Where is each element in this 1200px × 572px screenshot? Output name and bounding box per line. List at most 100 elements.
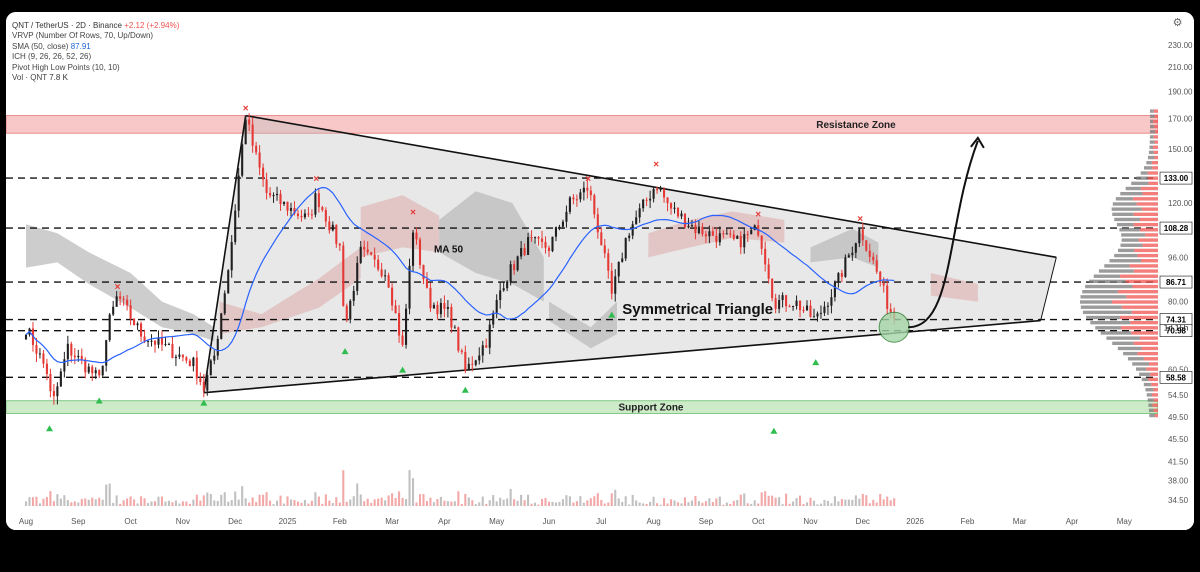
candle-body-192 [694,225,697,234]
candle-body-218 [785,295,788,307]
volume-bar-94 [352,496,355,506]
candle-body-25 [112,306,115,315]
volume-bar-211 [760,492,763,506]
price-tick-10: 80.00 [1168,298,1189,307]
candle-body-175 [635,217,638,225]
candle-body-228 [819,312,823,314]
volume-bar-232 [833,496,836,506]
volume-bar-219 [788,503,791,506]
volume-bar-101 [377,498,380,506]
volume-bar-53 [209,493,212,506]
candle-body-174 [631,224,634,236]
price-chart[interactable]: Resistance Zone Support Zone MA 50 Symmetri… [6,12,1194,530]
volume-profile-red-31 [1137,253,1158,258]
candle-body-140 [513,264,516,271]
legend-volume[interactable]: Vol · QNT 7.8 K [12,73,179,83]
volume-profile-red-47 [1147,171,1158,175]
candle-body-231 [830,297,833,306]
candle-body-169 [614,276,617,294]
support-zone [6,400,1159,414]
legend-pivots[interactable]: Pivot High Low Points (10, 10) [12,63,179,73]
volume-profile-red-45 [1148,181,1158,186]
candle-body-216 [778,300,781,309]
time-axis-label-0: Aug [19,517,33,526]
price-tick-8: 96.00 [1168,253,1189,262]
ma50-label: MA 50 [434,244,464,255]
candle-body-177 [642,199,645,209]
legend-sma[interactable]: SMA (50, close) 87.91 [12,42,179,52]
candle-body-176 [638,208,641,218]
volume-profile-gray-24 [1082,289,1118,294]
resistance-zone-label: Resistance Zone [816,120,896,131]
volume-bar-227 [816,504,819,506]
candle-body-156 [568,197,571,212]
volume-bar-177 [642,503,645,506]
legend-ichimoku[interactable]: ICH (9, 26, 26, 52, 26) [12,52,179,62]
volume-bar-224 [805,502,809,506]
candle-body-82 [310,214,313,216]
candle-body-129 [474,360,477,365]
volume-profile-gray-6 [1143,382,1152,387]
volume-bar-116 [429,497,432,506]
volume-profile-gray-35 [1121,233,1146,237]
volume-profile-red-27 [1120,274,1158,278]
volume-profile-red-38 [1140,217,1158,222]
candle-body-72 [275,193,279,196]
volume-profile-gray-59 [1149,109,1154,113]
volume-profile-gray-26 [1089,279,1126,284]
time-axis-label-20: Apr [1066,517,1079,526]
volume-bar-118 [436,499,439,506]
candle-body-239 [858,229,861,244]
candle-body-6 [45,363,48,375]
volume-bar-248 [889,500,892,506]
volume-bar-36 [150,501,153,506]
time-axis-label-4: Dec [228,517,242,526]
legend-symbol-row[interactable]: QNT / TetherUS · 2D · Binance +2.12 (+2.… [12,21,179,31]
candle-body-8 [52,391,55,397]
candle-body-78 [296,213,300,216]
candle-body-75 [286,201,289,211]
volume-bar-214 [771,495,774,506]
volume-bar-91 [342,470,345,506]
candle-body-168 [610,270,613,294]
candle-body-116 [429,287,432,309]
candle-body-200 [722,233,725,235]
candle-body-229 [823,306,826,313]
volume-profile-red-8 [1150,372,1158,376]
volume-profile-gray-3 [1147,398,1154,402]
candle-body-181 [656,188,659,191]
candle-body-194 [701,226,704,235]
volume-profile-gray-52 [1149,145,1153,149]
volume-bar-86 [324,494,327,506]
candle-body-54 [213,355,216,361]
volume-profile-gray-14 [1112,341,1134,345]
candle-body-153 [558,226,561,228]
time-axis-label-13: Sep [699,517,714,526]
candle-body-119 [439,302,442,315]
volume-bar-117 [432,502,435,506]
candle-body-40 [164,344,167,346]
volume-bar-169 [614,489,617,506]
candle-body-89 [335,224,338,244]
candle-body-97 [363,246,366,250]
volume-profile-red-14 [1133,341,1158,345]
candle-body-219 [788,306,791,308]
candle-body-236 [847,255,850,258]
candle-body-247 [886,285,889,310]
candle-body-242 [868,250,871,257]
candle-body-26 [115,296,118,307]
volume-bar-16 [80,498,83,506]
volume-bar-181 [656,503,659,506]
volume-profile-gray-25 [1085,284,1133,289]
volume-bar-190 [687,502,690,506]
pivot-high-marker-2: × [313,174,319,185]
candle-body-39 [160,337,164,345]
candle-body-137 [502,288,505,291]
candle-body-191 [690,225,693,227]
volume-profile-red-23 [1126,295,1158,299]
gear-icon[interactable]: ⚙ [1171,17,1184,30]
time-axis-label-3: Nov [176,517,190,526]
candle-body-67 [258,152,261,168]
candle-body-133 [488,324,491,348]
legend-vrvp[interactable]: VRVP (Number Of Rows, 70, Up/Down) [12,31,179,41]
